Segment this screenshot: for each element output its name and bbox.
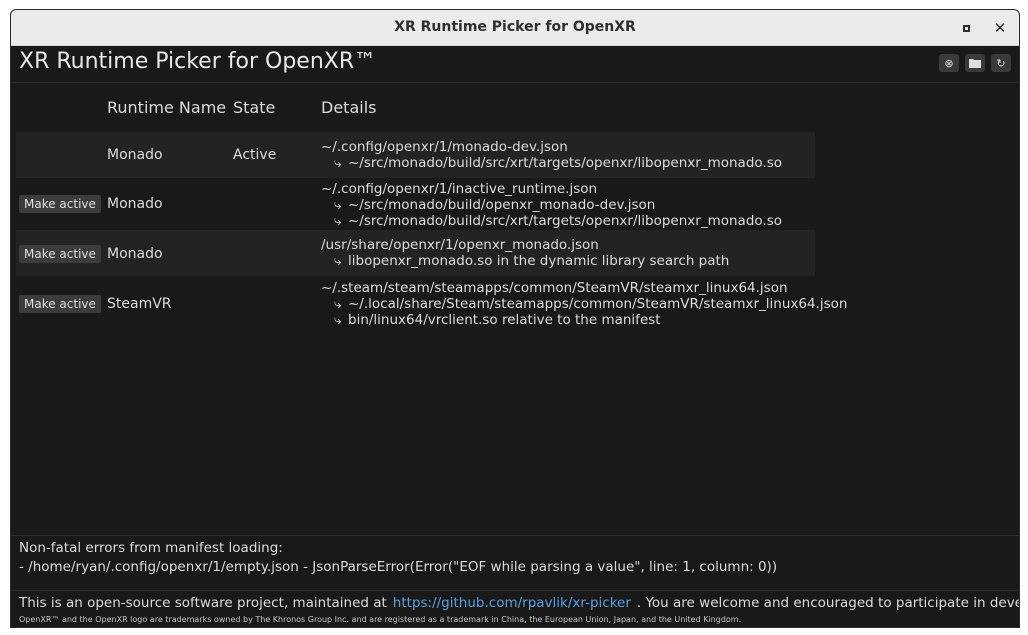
- open-folder-button[interactable]: [965, 54, 985, 72]
- runtime-name: SteamVR: [107, 296, 172, 312]
- runtime-state: Active: [233, 147, 277, 163]
- title-bar: XR Runtime Picker for OpenXR ✕: [11, 10, 1019, 46]
- redirect-path: ~/.local/share/Steam/steamapps/common/St…: [348, 296, 848, 312]
- error-panel: Non-fatal errors from manifest loading: …: [11, 535, 1019, 582]
- table-row: Make active Monado ~/.config/openxr/1/in…: [16, 178, 815, 230]
- footer-text-before: This is an open-source software project,…: [19, 595, 387, 611]
- manifest-path: ~/.config/openxr/1/inactive_runtime.json: [321, 181, 598, 197]
- maximize-icon: [962, 24, 970, 32]
- error-item: - /home/ryan/.config/openxr/1/empty.json…: [19, 559, 778, 575]
- runtime-name: Monado: [107, 147, 163, 163]
- toolbar: ⊗ ↻: [939, 54, 1011, 72]
- library-path: bin/linux64/vrclient.so relative to the …: [348, 312, 661, 328]
- footer: This is an open-source software project,…: [11, 590, 1019, 627]
- make-active-button[interactable]: Make active: [19, 295, 101, 313]
- make-active-button[interactable]: Make active: [19, 195, 101, 213]
- table-row: Monado Active ~/.config/openxr/1/monado-…: [16, 132, 815, 178]
- arrow-icon: ⤷: [334, 253, 342, 269]
- runtime-details: /usr/share/openxr/1/openxr_monado.json ⤷…: [321, 237, 729, 269]
- make-active-button[interactable]: Make active: [19, 245, 101, 263]
- refresh-icon: ↻: [996, 56, 1006, 70]
- library-path: ~/src/monado/build/src/xrt/targets/openx…: [348, 155, 782, 171]
- github-link[interactable]: https://github.com/rpavlik/xr-picker: [393, 595, 631, 611]
- folder-icon: [969, 59, 981, 68]
- clear-icon: ⊗: [944, 56, 954, 70]
- arrow-icon: ⤷: [334, 155, 342, 171]
- arrow-icon: ⤷: [334, 197, 342, 213]
- table-row: Make active Monado /usr/share/openxr/1/o…: [16, 230, 815, 276]
- trademark-notice: OpenXR™ and the OpenXR logo are trademar…: [19, 615, 742, 624]
- manifest-path: ~/.config/openxr/1/monado-dev.json: [321, 139, 568, 155]
- redirect-path: ~/src/monado/build/openxr_monado-dev.jso…: [348, 197, 656, 213]
- clear-button[interactable]: ⊗: [939, 54, 959, 72]
- footer-text-after: . You are welcome and encouraged to part…: [636, 595, 1019, 611]
- library-path: ~/src/monado/build/src/xrt/targets/openx…: [348, 213, 782, 229]
- page-title: XR Runtime Picker for OpenXR™: [19, 49, 377, 74]
- refresh-button[interactable]: ↻: [991, 54, 1011, 72]
- table-row: Make active SteamVR ~/.steam/steam/steam…: [16, 278, 847, 332]
- column-header-details: Details: [321, 98, 377, 117]
- arrow-icon: ⤷: [334, 296, 342, 312]
- runtime-details: ~/.config/openxr/1/monado-dev.json ⤷ ~/sr…: [321, 139, 782, 171]
- library-path: libopenxr_monado.so in the dynamic libra…: [348, 253, 730, 269]
- arrow-icon: ⤷: [334, 312, 342, 328]
- app-window: XR Runtime Picker for OpenXR ✕ XR Runtim…: [10, 9, 1020, 628]
- runtime-details: ~/.steam/steam/steamapps/common/SteamVR/…: [321, 280, 847, 328]
- window-title: XR Runtime Picker for OpenXR: [394, 19, 636, 35]
- app-header: XR Runtime Picker for OpenXR™ ⊗ ↻: [11, 46, 1019, 83]
- close-icon: ✕: [993, 19, 1007, 37]
- runtime-details: ~/.config/openxr/1/inactive_runtime.json…: [321, 181, 782, 229]
- runtime-name: Monado: [107, 246, 163, 262]
- footer-text: This is an open-source software project,…: [19, 595, 1019, 611]
- column-header-name: Runtime Name: [107, 98, 227, 117]
- error-heading: Non-fatal errors from manifest loading:: [19, 540, 283, 556]
- manifest-path: ~/.steam/steam/steamapps/common/SteamVR/…: [321, 280, 788, 296]
- close-button[interactable]: ✕: [991, 19, 1009, 37]
- manifest-path: /usr/share/openxr/1/openxr_monado.json: [321, 237, 599, 253]
- arrow-icon: ⤷: [334, 213, 342, 229]
- column-header-state: State: [233, 98, 276, 117]
- maximize-button[interactable]: [957, 19, 975, 37]
- runtime-name: Monado: [107, 196, 163, 212]
